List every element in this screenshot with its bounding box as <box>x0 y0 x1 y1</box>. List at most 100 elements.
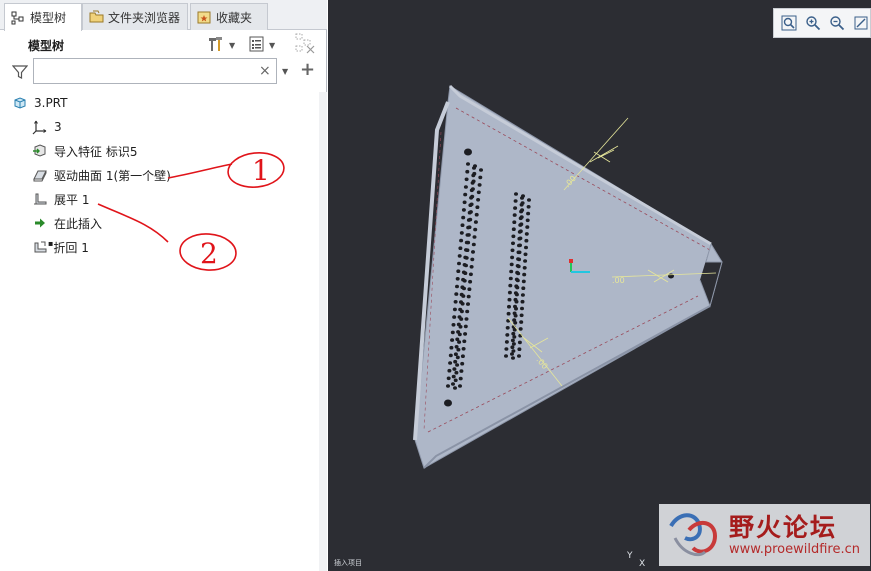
perforation-hole <box>471 250 475 254</box>
perforation-hole <box>514 299 519 304</box>
perforation-hole <box>467 225 472 229</box>
chevron-down-icon: ▼ <box>269 40 276 50</box>
perforation-hole <box>524 245 528 250</box>
perforation-hole <box>526 211 531 216</box>
perforation-hole <box>461 347 466 351</box>
tree-scrollbar[interactable] <box>319 92 327 571</box>
perforation-hole <box>458 325 463 329</box>
perforation-hole <box>519 320 524 324</box>
add-icon[interactable]: + <box>300 60 315 80</box>
perforation-hole <box>472 171 477 176</box>
perforation-hole <box>453 359 458 364</box>
perforation-hole <box>519 222 524 226</box>
perforation-hole <box>509 269 514 274</box>
perforation-hole <box>466 240 471 245</box>
model-tree-icon <box>11 11 25 25</box>
perforation-hole <box>510 345 515 350</box>
chevron-down-icon[interactable]: ▼ <box>282 67 288 76</box>
perforation-hole <box>517 250 522 255</box>
perforation-hole <box>450 330 455 335</box>
perforation-hole <box>454 370 459 375</box>
perforation-hole <box>466 294 471 299</box>
perforation-hole <box>504 340 509 344</box>
refit-icon[interactable] <box>780 14 797 32</box>
perforation-hole <box>520 306 524 311</box>
perforation-hole <box>525 218 530 223</box>
perforation-hole <box>471 242 476 247</box>
perforation-hole <box>512 220 517 224</box>
perforation-hole <box>516 264 521 269</box>
perforation-hole <box>469 265 474 269</box>
tab-folder-browser[interactable]: 文件夹浏览器 <box>82 3 188 30</box>
perforation-hole <box>453 378 458 383</box>
perforation-hole <box>507 304 511 309</box>
search-row: × ▼ + <box>0 58 327 86</box>
perforation-hole <box>510 255 515 260</box>
perforation-hole <box>512 335 517 339</box>
perforation-hole <box>473 164 477 168</box>
perforation-hole <box>477 183 482 187</box>
perforation-hole <box>524 238 529 243</box>
tree-show-button[interactable]: ▼ <box>248 35 275 55</box>
repaint-icon[interactable] <box>853 14 870 32</box>
perforation-hole <box>472 235 477 239</box>
close-icon[interactable]: × <box>259 63 271 79</box>
perforation-hole <box>463 192 468 197</box>
zoom-in-icon[interactable] <box>804 14 821 32</box>
annotation-line-1 <box>167 163 233 179</box>
perforation-hole <box>517 347 522 352</box>
perforation-hole <box>459 369 464 373</box>
perforation-hole <box>456 347 461 352</box>
perforation-hole <box>451 323 456 327</box>
perforation-hole <box>464 177 469 182</box>
perforation-hole <box>464 317 469 321</box>
perforation-hole <box>470 187 475 191</box>
tree-filter-toggle-button[interactable] <box>294 32 316 57</box>
perforation-hole <box>504 354 508 358</box>
perforation-hole <box>462 286 466 291</box>
perforation-hole <box>451 382 455 386</box>
perforation-hole <box>470 257 475 262</box>
perforation-hole <box>447 368 452 373</box>
perforation-hole <box>460 302 465 306</box>
plate-face <box>414 85 723 469</box>
perforation-hole <box>462 279 467 283</box>
perforation-hole <box>511 342 516 346</box>
perforation-hole <box>446 384 450 388</box>
watermark-title: 野火论坛 <box>729 513 838 542</box>
perforation-hole <box>512 213 517 217</box>
perforation-hole <box>448 353 453 358</box>
perforation-hole <box>464 263 468 268</box>
tools-icon <box>206 34 226 57</box>
perforation-hole <box>457 254 462 258</box>
graphics-viewport[interactable]: .00 .00 .00 插入项目 Y X 野火论坛 www.proewildfi… <box>328 0 871 571</box>
tab-favorites[interactable]: 收藏夹 <box>190 3 268 30</box>
search-input[interactable] <box>33 58 277 84</box>
perforation-hole <box>519 313 524 318</box>
perforation-hole <box>461 215 466 220</box>
perforation-hole <box>461 294 466 298</box>
perforation-hole <box>465 248 470 252</box>
list-view-icon <box>248 35 266 56</box>
funnel-filter-icon[interactable] <box>11 64 29 83</box>
tree-settings-button[interactable]: ▼ <box>206 35 235 55</box>
perforation-hole <box>470 194 475 199</box>
watermark: 野火论坛 www.proewildfire.cn <box>659 504 870 566</box>
perforation-hole <box>511 227 516 231</box>
perforation-hole <box>508 283 513 288</box>
perforation-hole <box>469 202 474 207</box>
zoom-out-icon[interactable] <box>829 14 846 32</box>
perforation-hole <box>506 311 511 316</box>
tree-filter-icon <box>294 32 316 57</box>
perforation-hole <box>457 340 462 344</box>
perforation-hole <box>520 299 525 304</box>
perforation-hole <box>473 220 478 224</box>
tab-model-tree[interactable]: 模型树 <box>4 3 82 31</box>
perforation-hole <box>455 277 460 281</box>
perforation-hole <box>523 252 528 257</box>
annotation-number-1: 1 <box>252 154 270 187</box>
perforation-hole <box>462 200 467 205</box>
watermark-url: www.proewildfire.cn <box>729 542 860 557</box>
perforation-hole <box>513 206 518 210</box>
perforation-hole <box>452 307 457 312</box>
